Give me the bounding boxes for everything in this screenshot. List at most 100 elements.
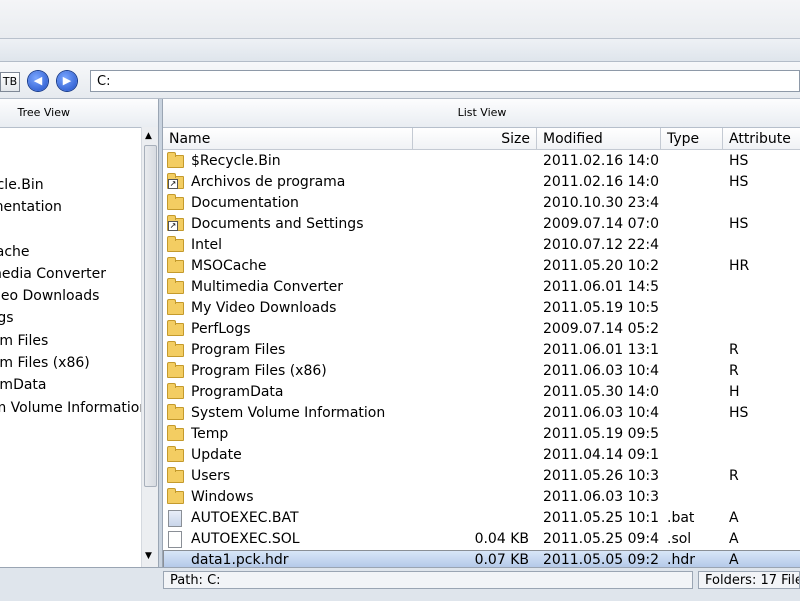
table-row[interactable]: Documentation 2010.10.30 23:48 [163,193,800,214]
tree-item[interactable]: My Video Downloads [0,285,99,307]
cell-type [667,466,721,487]
folder-icon [167,446,184,462]
cell-name: AUTOEXEC.BAT [191,510,299,526]
cell-size [413,214,529,235]
table-row[interactable]: ProgramData 2011.05.30 14:09 H [163,382,800,403]
tree-item[interactable]: Program Files [0,330,48,352]
cell-type [667,298,721,319]
tree-item[interactable]: Documentation [0,196,62,218]
cell-name: ProgramData [191,384,284,400]
path-input[interactable]: C: [90,70,800,92]
table-row[interactable]: Program Files (x86) 2011.06.03 10:41 R [163,361,800,382]
folder-icon [167,467,184,483]
cell-name: Temp [191,426,229,442]
cell-modified: 2011.04.14 09:17 [543,447,659,463]
column-header-size[interactable]: Size [413,128,537,150]
bat-file-icon [168,510,182,527]
cell-size [413,256,529,277]
tb-button[interactable]: TB [0,72,20,92]
tree-item[interactable]: Program Files (x86) [0,352,90,374]
cell-name: Multimedia Converter [191,279,344,295]
column-header-type[interactable]: Type [661,128,723,150]
cell-type [667,193,721,214]
cell-attribute: A [729,531,739,547]
table-row[interactable]: MSOCache 2011.05.20 10:23 HR [163,256,800,277]
cell-name: Windows [191,489,254,505]
cell-attribute: R [729,363,739,379]
table-row[interactable]: Multimedia Converter 2011.06.01 14:52 [163,277,800,298]
cell-modified: 2011.05.05 09:23 [543,552,659,567]
table-row[interactable]: $Recycle.Bin 2011.02.16 14:06 HS [163,151,800,172]
forward-arrow-icon[interactable]: ▶ [57,71,77,91]
cell-modified: 2011.02.16 14:06 [543,153,659,169]
tree-item[interactable]: MSOCache [0,241,30,263]
cell-modified: 2011.05.19 10:56 [543,300,659,316]
cell-type [667,172,721,193]
cell-size [413,445,529,466]
folder-icon [167,152,184,168]
scroll-up-icon[interactable]: ▲ [145,131,152,141]
file-icon [168,531,182,548]
cell-type [667,319,721,340]
column-header-modified[interactable]: Modified [537,128,661,150]
tree-item[interactable]: Multimedia Converter [0,263,106,285]
cell-name: Documentation [191,195,299,211]
cell-modified: 2011.05.25 09:49 [543,531,659,547]
cell-attribute: R [729,468,739,484]
cell-type [667,256,721,277]
tree-scrollbar[interactable]: ▲ ▼ [141,127,158,567]
table-row[interactable]: PerfLogs 2009.07.14 05:20 [163,319,800,340]
tree-item[interactable]: PerfLogs [0,307,14,329]
tree-item[interactable]: $Recycle.Bin [0,174,44,196]
cell-attribute: R [729,342,739,358]
table-row[interactable]: Update 2011.04.14 09:17 [163,445,800,466]
scroll-down-icon[interactable]: ▼ [145,551,152,561]
table-row[interactable]: data1.pck.hdr 0.07 KB 2011.05.05 09:23 .hdr… [163,550,800,567]
folder-icon [167,257,184,273]
folder-icon [167,194,184,210]
cell-type [667,151,721,172]
cell-attribute [729,235,799,256]
cell-modified: 2011.06.03 10:41 [543,363,659,379]
status-path: Path: C: [163,571,693,589]
folder-icon [167,299,184,315]
cell-modified: 2011.06.01 14:52 [543,279,659,295]
table-row[interactable]: Users 2011.05.26 10:32 R [163,466,800,487]
table-row[interactable]: Archivos de programa 2011.02.16 14:04 HS [163,172,800,193]
table-row[interactable]: Temp 2011.05.19 09:56 [163,424,800,445]
cell-name: Intel [191,237,222,253]
table-row[interactable]: My Video Downloads 2011.05.19 10:56 [163,298,800,319]
tree-item[interactable]: System Volume Information [0,397,148,419]
table-row[interactable]: Intel 2010.07.12 22:49 [163,235,800,256]
folder-icon [167,425,184,441]
table-row[interactable]: System Volume Information 2011.06.03 10:4… [163,403,800,424]
cell-type [667,424,721,445]
cell-size [413,424,529,445]
folder-icon [167,341,184,357]
table-row[interactable]: Documents and Settings 2009.07.14 07:08 HS [163,214,800,235]
tree-view-pane[interactable]: Tree View $Recycle.BinDocumentation MSOCa… [0,99,159,567]
table-row[interactable]: Windows 2011.06.03 10:38 [163,487,800,508]
table-row[interactable]: AUTOEXEC.BAT 2011.05.25 10:15 .bat A [163,508,800,529]
tree-scrollbar-thumb[interactable] [144,145,157,487]
tree-view-header-label: Tree View [17,106,70,119]
list-view-pane[interactable]: List View Name Size Modified Type Attrib… [162,99,800,567]
tree-item[interactable]: ProgramData [0,374,47,396]
cell-attribute: HS [729,216,749,232]
column-header-attribute[interactable]: Attribute [723,128,800,150]
column-header-name[interactable]: Name [163,128,413,150]
cell-name: Documents and Settings [191,216,364,232]
cell-modified: 2011.05.26 10:32 [543,468,659,484]
cell-size [413,361,529,382]
cell-name: Program Files [191,342,286,358]
table-row[interactable]: AUTOEXEC.SOL 0.04 KB 2011.05.25 09:49 .sol A [163,529,800,550]
cell-type [667,361,721,382]
cell-size [413,319,529,340]
back-arrow-icon[interactable]: ◀ [28,71,48,91]
cell-size [413,487,529,508]
cell-type [667,340,721,361]
folder-icon [167,236,184,252]
cell-attribute: A [729,552,739,567]
cell-modified: 2011.05.30 14:09 [543,384,659,400]
table-row[interactable]: Program Files 2011.06.01 13:15 R [163,340,800,361]
